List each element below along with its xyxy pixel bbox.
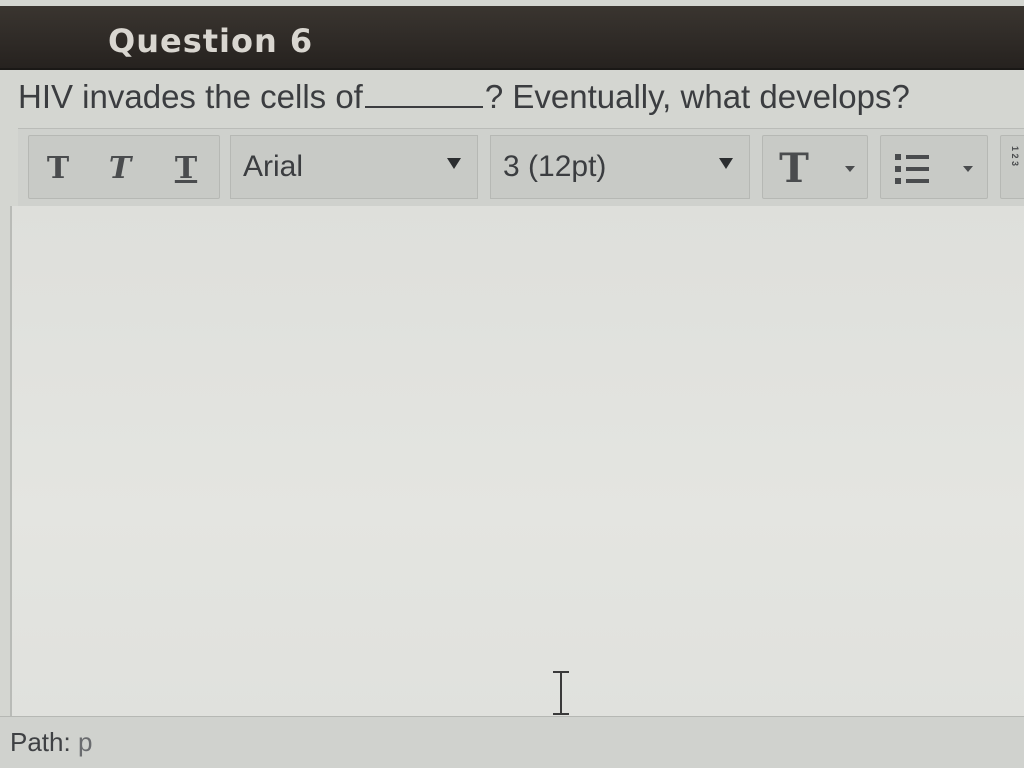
path-label-text: Path: [10,727,71,757]
text-color-group: T [762,135,868,199]
italic-button[interactable]: T [97,144,143,192]
screen: Question 6 HIV invades the cells of ? Eve… [0,0,1024,768]
rich-text-editor-area[interactable] [10,206,1024,716]
question-title: Question 6 [108,22,314,60]
numbered-list-button[interactable]: 1 2 3 [1000,135,1024,199]
question-text-after: ? Eventually, what develops? [484,78,910,115]
text-color-arrow-icon[interactable] [845,166,855,172]
bold-button[interactable]: T [35,144,81,192]
font-size-arrow-icon[interactable] [719,158,733,169]
numbered-list-icon: 1 2 3 [1010,146,1020,167]
text-cursor-icon [553,671,569,715]
path-label: Path: p [10,727,92,758]
font-size-value: 3 (12pt) [503,150,607,183]
underline-button[interactable]: T [163,144,209,192]
list-group [880,135,988,199]
bullet-list-icon[interactable] [895,154,929,184]
bullet-list-arrow-icon[interactable] [963,166,973,172]
status-path-bar: Path: p [0,716,1024,768]
text-style-group: T T T [28,135,220,199]
font-size-select[interactable]: 3 (12pt) [490,135,750,199]
question-text-before: HIV invades the cells of [18,78,363,115]
path-value[interactable]: p [78,727,92,757]
text-color-button[interactable]: T [771,144,817,192]
editor-toolbar: T T T Arial 3 (12pt) T 1 2 3 [18,128,1024,208]
font-family-arrow-icon[interactable] [447,158,461,169]
font-family-value: Arial [243,150,304,183]
question-header: Question 6 [0,6,1024,70]
question-text: HIV invades the cells of ? Eventually, wh… [18,78,910,116]
font-family-select[interactable]: Arial [230,135,478,199]
answer-blank [364,78,483,108]
